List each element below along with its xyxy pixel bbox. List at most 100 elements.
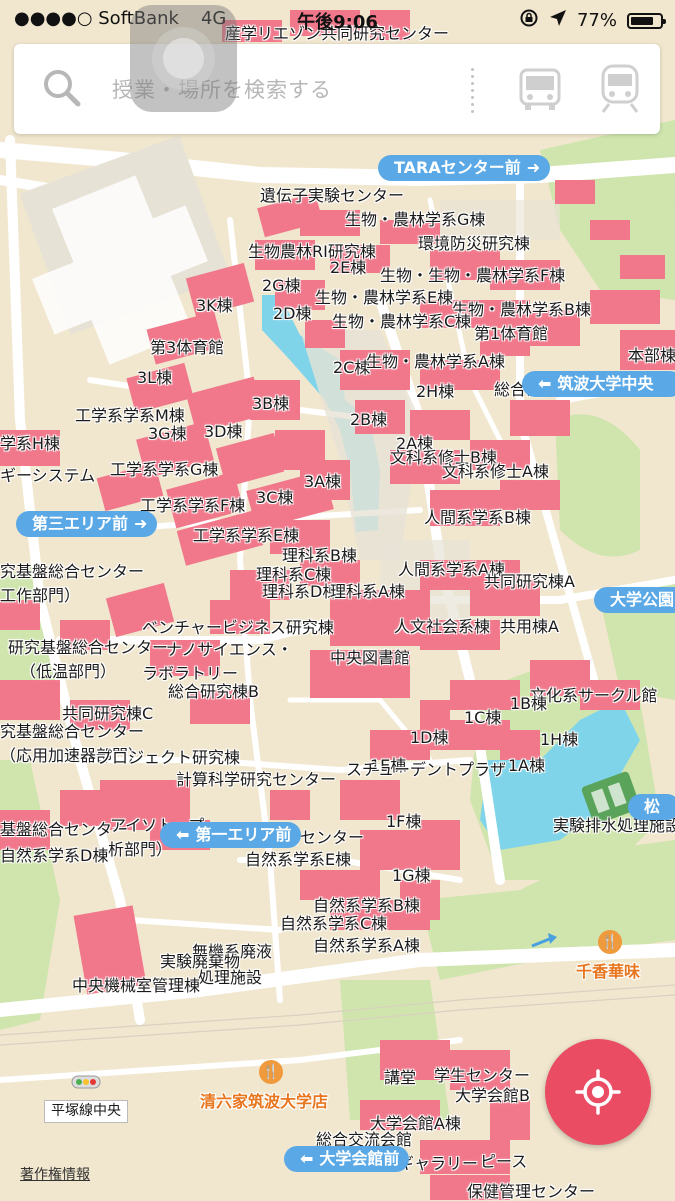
bus-stop-university-park[interactable]: 大学公園 xyxy=(594,587,675,613)
search-bar[interactable]: 授業・場所を検索する xyxy=(14,44,660,134)
place-label[interactable]: 3C棟 xyxy=(256,488,293,507)
place-label[interactable]: 学生センター xyxy=(434,1066,530,1085)
place-label[interactable]: 3A棟 xyxy=(304,472,341,491)
place-label[interactable]: ナノサイエンス・ xyxy=(166,640,293,659)
place-label[interactable]: 人間系学系B棟 xyxy=(424,508,531,527)
location-arrow-icon xyxy=(549,9,567,32)
place-label[interactable]: 中央機械室管理棟 xyxy=(72,976,200,995)
place-label[interactable]: 1G棟 xyxy=(392,866,431,885)
traffic-light-icon xyxy=(71,1075,101,1089)
status-bar: ●●●●○ SoftBank 4G 午後9:06 77% xyxy=(0,0,675,40)
place-label[interactable]: 平塚線中央 xyxy=(44,1100,128,1123)
place-label[interactable]: 究基盤総合センター xyxy=(0,722,144,741)
place-label[interactable]: ピース xyxy=(480,1152,527,1171)
place-label[interactable]: 生物・農林学系A棟 xyxy=(366,352,505,371)
place-label[interactable]: 工学系学系M棟 xyxy=(75,406,185,425)
place-label[interactable]: プロジェクト研究棟 xyxy=(96,748,240,767)
bus-stop-university-hall[interactable]: ⬅ 大学会館前 xyxy=(284,1146,410,1172)
place-label[interactable]: 3D棟 xyxy=(204,422,243,441)
place-label[interactable]: 生物・農林学系B棟 xyxy=(452,300,591,319)
place-label[interactable]: 工学系学系F棟 xyxy=(140,496,245,515)
place-label[interactable]: ラボラトリー xyxy=(142,664,238,683)
place-label[interactable]: 文化系サークル館 xyxy=(530,686,658,705)
place-label[interactable]: 第3体育館 xyxy=(150,338,224,357)
bus-stop-matsu[interactable]: 松 xyxy=(628,794,675,820)
place-label[interactable]: 2H棟 xyxy=(416,382,454,401)
place-label[interactable]: 文科系修士A棟 xyxy=(442,462,549,481)
restaurant-pin-icon[interactable]: 🍴 xyxy=(598,930,622,954)
place-label[interactable]: 工学系学系G棟 xyxy=(110,460,218,479)
place-label[interactable]: 理科系D棟 xyxy=(262,582,338,601)
place-label[interactable]: 3K棟 xyxy=(196,296,233,315)
place-label[interactable]: 共用棟A xyxy=(500,617,559,636)
place-label[interactable]: 研究基盤総合センター xyxy=(8,638,168,657)
place-label[interactable]: 1D棟 xyxy=(410,728,449,747)
place-label[interactable]: 2E棟 xyxy=(330,258,366,277)
bus-stop-first-area[interactable]: ⬅ 第一エリア前 xyxy=(160,822,302,848)
place-label[interactable]: 工学系学系E棟 xyxy=(193,526,299,545)
arrow-right-icon: ➜ xyxy=(526,158,541,177)
place-label[interactable]: 計算科学研究センター xyxy=(176,770,336,789)
current-location-button[interactable] xyxy=(545,1039,651,1145)
place-label[interactable]: 工作部門） xyxy=(0,586,80,605)
restaurant-label-senkakami[interactable]: 千香華味 xyxy=(576,958,640,982)
copyright-link[interactable]: 著作権情報 xyxy=(20,1164,90,1184)
place-label[interactable]: 遺伝子実験センター xyxy=(260,186,404,205)
place-label[interactable]: 理科系B棟 xyxy=(282,546,357,565)
place-label[interactable]: 2G棟 xyxy=(262,276,301,295)
place-label[interactable]: 1C棟 xyxy=(464,708,501,727)
place-label[interactable]: 1B棟 xyxy=(510,694,547,713)
place-label[interactable]: 共同研究棟A xyxy=(484,572,575,591)
place-label[interactable]: 1H棟 xyxy=(540,730,578,749)
place-label[interactable]: 生物・農林学系E棟 xyxy=(315,288,453,307)
restaurant-label-seirokuya[interactable]: 清六家筑波大学店 xyxy=(200,1088,328,1112)
place-label[interactable]: 中央図書館 xyxy=(330,648,410,667)
place-label[interactable]: 環境防災研究棟 xyxy=(418,234,530,253)
place-label[interactable]: 人文社会系棟 xyxy=(394,617,490,636)
bus-stop-tara[interactable]: TARAセンター前 ➜ xyxy=(378,155,551,181)
place-label[interactable]: 3L棟 xyxy=(137,368,172,387)
restaurant-pin-icon[interactable]: 🍴 xyxy=(259,1060,283,1084)
place-label[interactable]: 学系H棟 xyxy=(0,434,60,453)
arrow-right-icon: ➜ xyxy=(134,514,148,533)
place-label[interactable]: 第1体育館 xyxy=(474,324,548,343)
place-label[interactable]: 3B棟 xyxy=(252,394,289,413)
place-label[interactable]: ベンチャービジネス研究棟 xyxy=(142,618,334,637)
place-label[interactable]: 理科系A棟 xyxy=(330,582,405,601)
place-label[interactable]: 自然系学系C棟 xyxy=(280,914,387,933)
place-label[interactable]: 本部棟 xyxy=(628,346,675,365)
place-label[interactable]: 1A棟 xyxy=(508,756,545,775)
train-icon[interactable] xyxy=(599,64,641,118)
place-label[interactable]: スチューデントプラザ xyxy=(346,760,506,779)
place-label[interactable]: 究基盤総合センター xyxy=(0,562,144,581)
place-label[interactable]: 3G棟 xyxy=(148,424,187,443)
place-label[interactable]: 共同研究棟C xyxy=(62,704,153,723)
place-label[interactable]: 1F棟 xyxy=(386,812,421,831)
place-label[interactable]: 大学会館B xyxy=(455,1086,530,1105)
place-label[interactable]: 2D棟 xyxy=(273,304,312,323)
place-label[interactable]: 生物・生物・農林学系F棟 xyxy=(380,266,565,285)
rotation-lock-icon xyxy=(519,8,539,33)
search-icon[interactable] xyxy=(42,68,82,112)
place-label[interactable]: 自然系学系D棟 xyxy=(0,846,108,865)
battery-icon xyxy=(627,12,666,29)
place-label[interactable]: 生物・農林学系G棟 xyxy=(345,210,485,229)
bus-stop-tsukuba-central[interactable]: ⬅ 筑波大学中央 xyxy=(522,371,675,397)
assistive-touch-center xyxy=(163,38,204,79)
bus-stop-third-area[interactable]: 第三エリア前 ➜ xyxy=(16,511,158,537)
place-label[interactable]: 自然系学系B棟 xyxy=(313,896,420,915)
place-label[interactable]: 総合研究棟B xyxy=(168,682,259,701)
place-label[interactable]: （低温部門） xyxy=(20,662,116,681)
place-label[interactable]: 自然系学系A棟 xyxy=(313,936,420,955)
place-label[interactable]: 自然系学系E棟 xyxy=(245,850,351,869)
place-label[interactable]: 保健管理センター xyxy=(467,1182,595,1201)
place-label[interactable]: 処理施設 xyxy=(198,968,262,987)
place-label[interactable]: 生物・農林学系C棟 xyxy=(332,312,471,331)
place-label[interactable]: 2C棟 xyxy=(333,358,370,377)
assistive-touch-button[interactable] xyxy=(130,5,237,112)
place-label[interactable]: 講堂 xyxy=(384,1068,416,1087)
place-label[interactable]: 2B棟 xyxy=(350,410,387,429)
place-label[interactable]: 基盤総合センター xyxy=(0,820,128,839)
bus-icon[interactable] xyxy=(517,66,563,116)
place-label[interactable]: ギーシステム xyxy=(0,466,95,485)
